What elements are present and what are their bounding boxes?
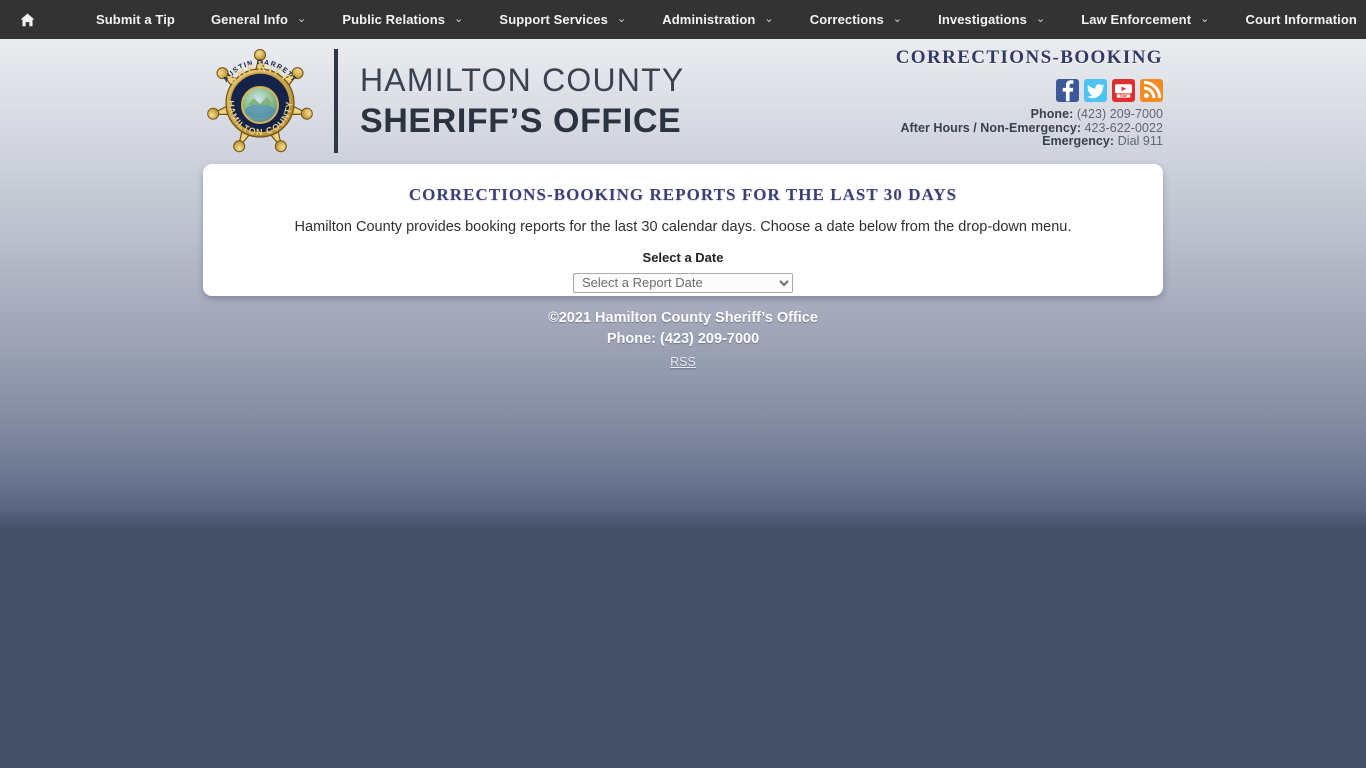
logo-line-county: HAMILTON COUNTY — [360, 62, 685, 98]
chevron-down-icon: ⌄ — [1200, 13, 1210, 25]
svg-text:Tube: Tube — [1120, 94, 1128, 98]
chevron-down-icon: ⌄ — [616, 13, 627, 25]
nav-item-label: Public Relations — [342, 12, 446, 27]
contact-emergency-value: Dial 911 — [1114, 134, 1163, 148]
nav-item-law-enforcement[interactable]: Law Enforcement ⌄ — [1081, 0, 1209, 39]
contact-phone-label: Phone: — [1030, 107, 1074, 121]
home-icon[interactable] — [14, 0, 40, 39]
site-header: AUSTIN GARRETT SHERIFF HAMILTON COUNTY H… — [0, 39, 1366, 164]
nav-item-label: General Info — [210, 12, 289, 27]
contact-afterhours: After Hours / Non-Emergency: 423-622-002… — [743, 120, 1163, 136]
chevron-down-icon: ⌄ — [892, 13, 903, 25]
facebook-icon[interactable] — [1056, 79, 1079, 102]
nav-item-administration[interactable]: Administration ⌄ — [662, 0, 773, 39]
contact-phone-value: (423) 209-7000 — [1073, 107, 1163, 121]
report-description: Hamilton County provides booking reports… — [294, 219, 1072, 235]
site-logo[interactable]: AUSTIN GARRETT SHERIFF HAMILTON COUNTY H… — [204, 45, 684, 157]
nav-item-corrections[interactable]: Corrections ⌄ — [810, 0, 902, 39]
footer-copyright: ©2021 Hamilton County Sheriff’s Office — [548, 310, 818, 326]
logo-divider — [334, 49, 338, 153]
main-content-card: CORRECTIONS-BOOKING REPORTS FOR THE LAST… — [203, 164, 1163, 296]
footer-phone: Phone: (423) 209-7000 — [606, 331, 760, 347]
page-title: CORRECTIONS-BOOKING — [895, 47, 1163, 68]
nav-item-label: Corrections — [809, 12, 884, 27]
contact-emergency: Emergency: Dial 911 — [743, 134, 1163, 149]
contact-phone: Phone: (423) 209-7000 — [743, 107, 1163, 122]
nav-item-label: Support Services — [499, 12, 608, 27]
chevron-down-icon: ⌄ — [297, 13, 307, 25]
chevron-down-icon: ⌄ — [764, 13, 774, 25]
main-navigation-bar: Submit a Tip General Info ⌄ Public Relat… — [0, 0, 1366, 39]
nav-item-submit-a-tip[interactable]: Submit a Tip — [96, 0, 175, 39]
chevron-down-icon: ⌄ — [1035, 13, 1046, 25]
report-date-select[interactable]: Select a Report Date — [573, 272, 793, 293]
rss-icon[interactable] — [1140, 79, 1163, 102]
nav-item-label: Court Information — [1245, 12, 1357, 27]
report-heading: CORRECTIONS-BOOKING REPORTS FOR THE LAST… — [408, 185, 958, 204]
nav-item-label: Investigations — [938, 12, 1027, 27]
footer-rss-link[interactable]: RSS — [670, 355, 696, 369]
nav-item-label: Administration — [662, 12, 756, 27]
contact-emergency-label: Emergency: — [1042, 134, 1115, 148]
nav-item-general-info[interactable]: General Info ⌄ — [211, 0, 306, 39]
header-right-panel: CORRECTIONS-BOOKING Tube Phone: (423) 20… — [743, 47, 1163, 149]
logo-line-sheriffs-office: SHERIFF’S OFFICE — [360, 102, 682, 140]
social-links: Tube — [743, 79, 1163, 102]
contact-afterhours-value: 423-622-0022 — [1081, 120, 1163, 135]
chevron-down-icon: ⌄ — [454, 13, 464, 25]
nav-item-support-services[interactable]: Support Services ⌄ — [499, 0, 626, 39]
contact-afterhours-label: After Hours / Non-Emergency: — [900, 120, 1082, 135]
site-footer: ©2021 Hamilton County Sheriff’s Office P… — [0, 308, 1366, 371]
nav-item-court-information[interactable]: Court Information — [1245, 0, 1356, 39]
nav-item-label: Submit a Tip — [96, 12, 175, 27]
youtube-icon[interactable]: Tube — [1112, 79, 1135, 102]
logo-wordmark: HAMILTON COUNTY SHERIFF’S OFFICE — [360, 64, 684, 138]
sheriff-star-badge-icon: AUSTIN GARRETT SHERIFF HAMILTON COUNTY — [204, 45, 316, 157]
select-a-date-label: Select a Date — [642, 249, 724, 265]
twitter-icon[interactable] — [1084, 79, 1107, 102]
nav-item-investigations[interactable]: Investigations ⌄ — [938, 0, 1045, 39]
nav-item-public-relations[interactable]: Public Relations ⌄ — [342, 0, 463, 39]
nav-item-label: Law Enforcement — [1081, 12, 1192, 27]
date-select-wrapper: Select a Report Date — [203, 272, 1163, 293]
